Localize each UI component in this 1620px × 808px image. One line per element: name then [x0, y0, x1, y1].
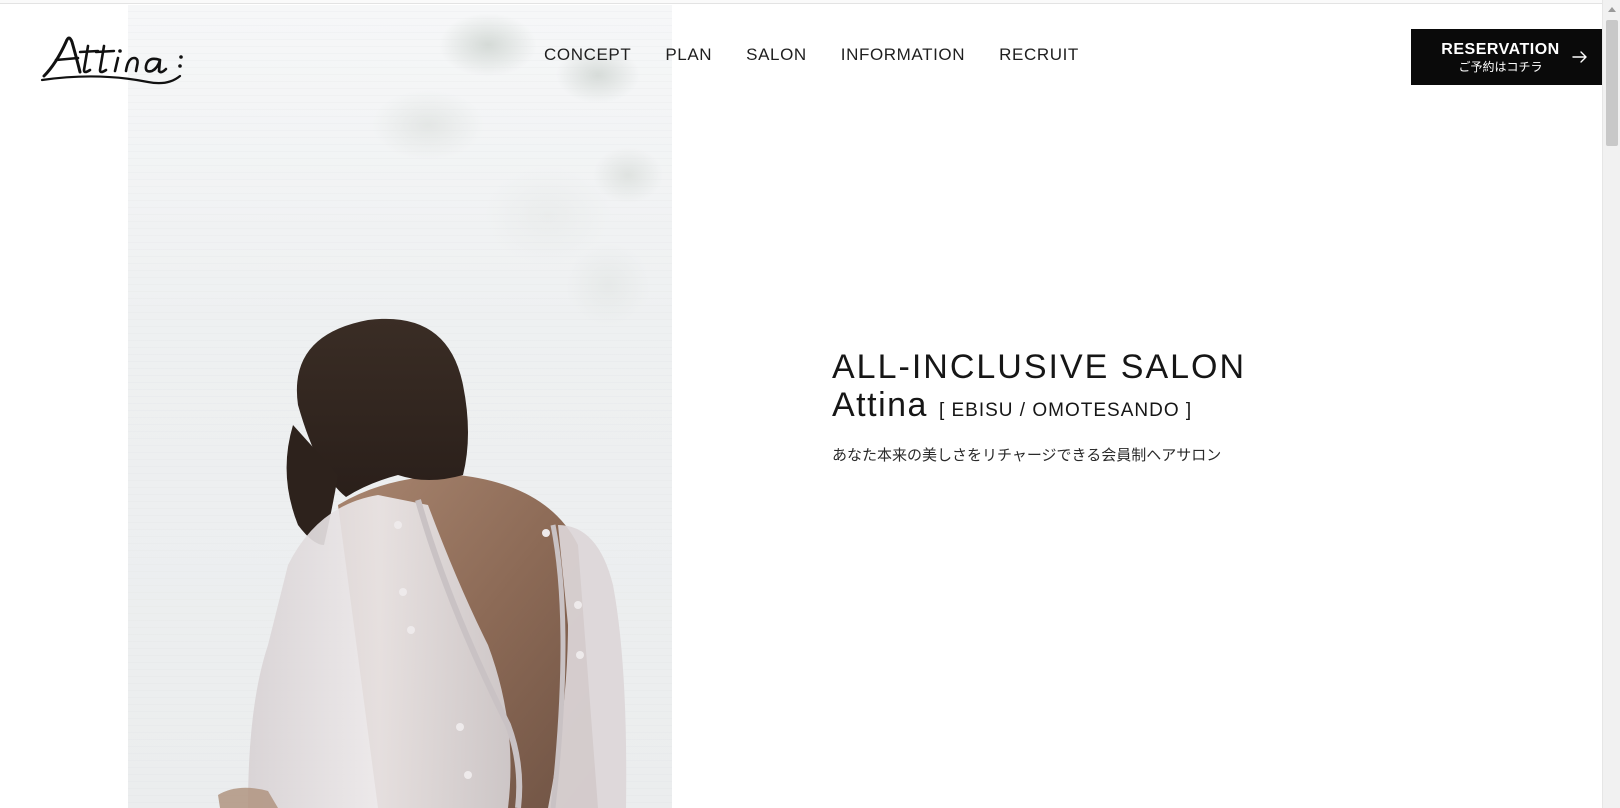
- scrollbar-thumb[interactable]: [1606, 20, 1618, 146]
- main-nav: CONCEPT PLAN SALON INFORMATION RECRUIT: [544, 45, 1079, 65]
- hero-image: [128, 5, 672, 808]
- reservation-text: RESERVATION ご予約はコチラ: [1441, 40, 1559, 75]
- woman-back-photo: [218, 318, 627, 808]
- hero-title: ALL-INCLUSIVE SALON: [832, 348, 1247, 386]
- logo[interactable]: [38, 24, 198, 88]
- scroll-up-arrow-icon[interactable]: [1608, 7, 1616, 12]
- hero-brand-row: Attina [ EBISU / OMOTESANDO ]: [832, 386, 1352, 424]
- scrollbar[interactable]: [1602, 0, 1620, 808]
- nav-recruit[interactable]: RECRUIT: [999, 45, 1079, 65]
- nav-information[interactable]: INFORMATION: [841, 45, 965, 65]
- hero-brand: Attina: [832, 386, 928, 424]
- top-border: [0, 0, 1602, 4]
- page: CONCEPT PLAN SALON INFORMATION RECRUIT R…: [0, 0, 1620, 808]
- reservation-label: RESERVATION: [1441, 40, 1560, 58]
- nav-concept[interactable]: CONCEPT: [544, 45, 631, 65]
- attina-logo-icon: [40, 36, 183, 85]
- hero-tagline: あなた本来の美しさをリチャージできる会員制ヘアサロン: [832, 446, 1222, 464]
- nav-plan[interactable]: PLAN: [665, 45, 712, 65]
- nav-salon[interactable]: SALON: [746, 45, 807, 65]
- hero-locations: [ EBISU / OMOTESANDO ]: [938, 400, 1193, 421]
- reservation-button[interactable]: RESERVATION ご予約はコチラ: [1411, 29, 1602, 85]
- hero-copy: ALL-INCLUSIVE SALON Attina [ EBISU / OMO…: [832, 348, 1352, 465]
- arrow-right-icon: [1572, 51, 1587, 63]
- reservation-sublabel: ご予約はコチラ: [1458, 59, 1543, 74]
